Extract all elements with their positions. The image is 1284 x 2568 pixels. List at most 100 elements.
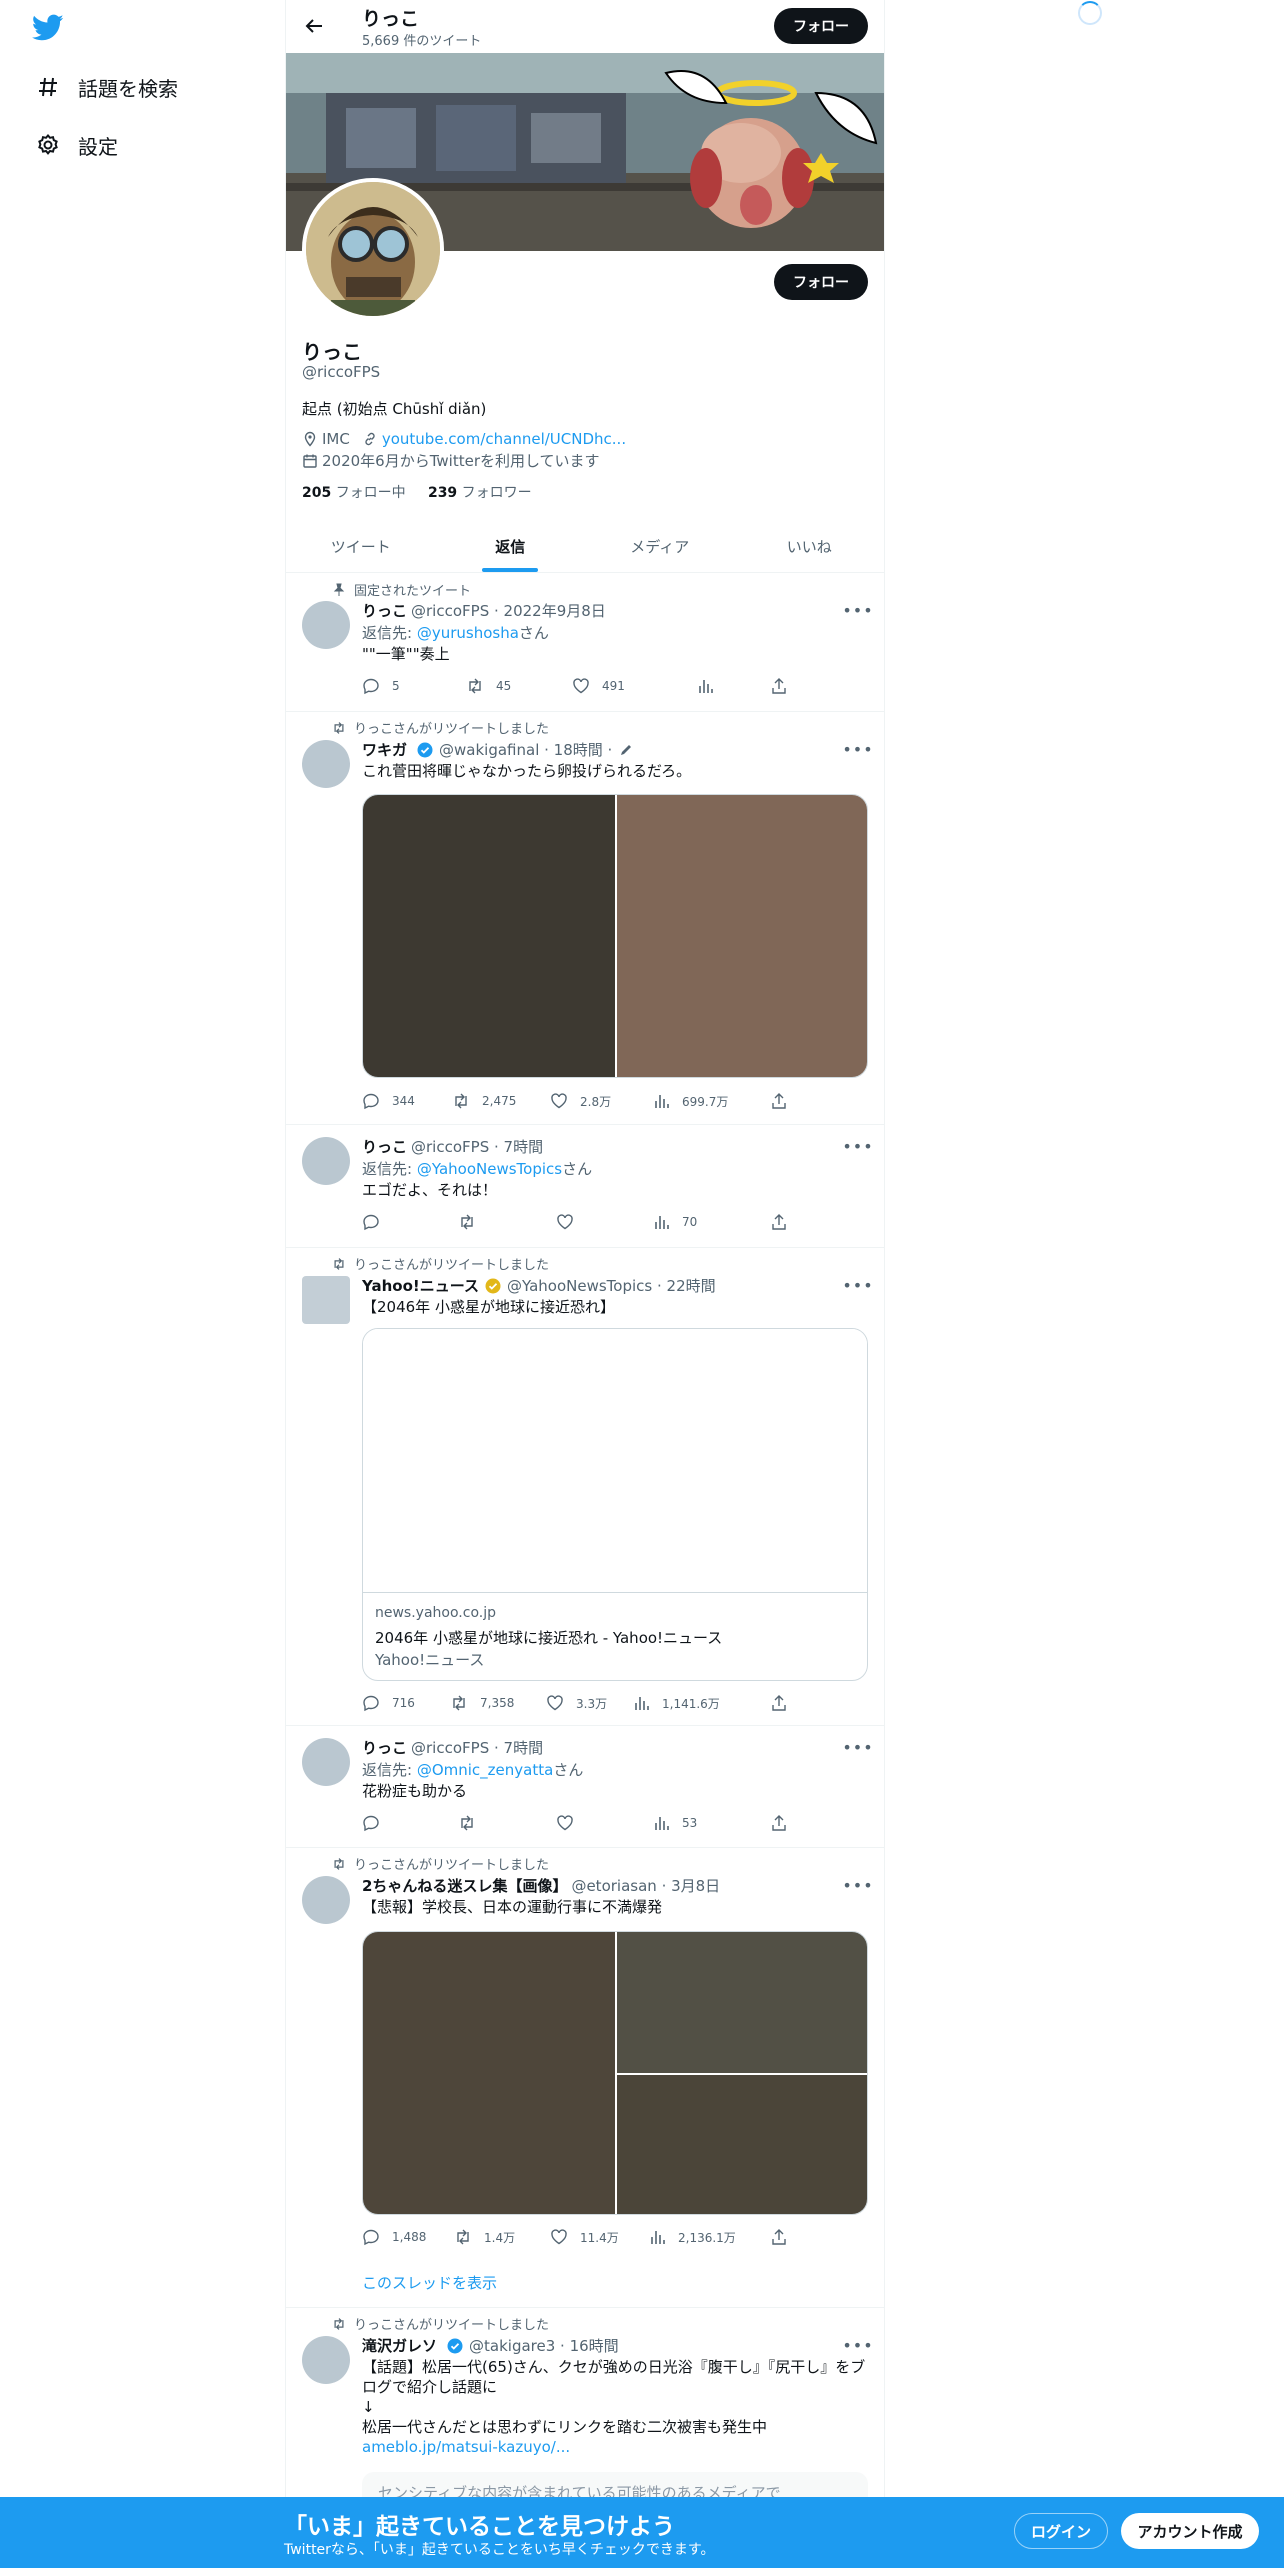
follow-button[interactable]: フォロー (774, 264, 868, 300)
header-follow-button[interactable]: フォロー (774, 8, 868, 44)
tweet-author-name[interactable]: Yahoo!ニュース (362, 1275, 479, 1296)
reply-button[interactable]: 5 (362, 677, 400, 695)
tweet-item[interactable]: 固定されたツイート りっこ @riccoFPS · 2022年9月8日 ••• … (286, 573, 884, 712)
reply-to-handle[interactable]: @Omnic_zenyatta (417, 1761, 553, 1779)
profile-avatar[interactable] (302, 178, 444, 320)
retweet-button[interactable]: 2,475 (452, 1092, 516, 1110)
reply-button[interactable]: 1,488 (362, 2228, 426, 2246)
share-button[interactable] (770, 677, 800, 695)
followers-link[interactable]: 239 フォロワー (428, 485, 532, 501)
tweet-image[interactable] (617, 795, 867, 1077)
views-button[interactable]: 2,136.1万 (648, 2228, 736, 2246)
tweet-avatar[interactable] (302, 1876, 350, 1924)
more-options-icon[interactable]: ••• (842, 1737, 872, 1757)
more-options-icon[interactable]: ••• (842, 1875, 872, 1895)
tweet-time[interactable]: · 22時間 (657, 1275, 716, 1296)
tweet-link[interactable]: ameblo.jp/matsui-kazuyo/... (362, 2438, 570, 2456)
signup-button[interactable]: アカウント作成 (1121, 2513, 1259, 2549)
tweet-author-handle[interactable]: @riccoFPS (411, 602, 489, 620)
tweet-time[interactable]: · 18時間 · (544, 739, 612, 760)
tweet-author-handle[interactable]: @etoriasan (571, 1877, 656, 1895)
tweet-author-handle[interactable]: @takigare3 (469, 2337, 555, 2355)
tweet-item[interactable]: りっこ @riccoFPS · 7時間 ••• 返信先: @YahooNewsT… (286, 1125, 884, 1248)
tweet-avatar[interactable] (302, 1137, 350, 1185)
tweet-image[interactable] (363, 795, 615, 1077)
tweet-author-handle[interactable]: @wakigafinal (439, 741, 539, 759)
tweet-item[interactable]: りっこさんがリツイートしました ワキガ @wakigafinal · 18時間 … (286, 712, 884, 1125)
retweet-button[interactable] (458, 1814, 488, 1832)
edited-pencil-icon[interactable] (618, 742, 634, 758)
more-options-icon[interactable]: ••• (842, 1136, 872, 1156)
tweet-image[interactable] (617, 1932, 867, 2073)
link-card[interactable]: news.yahoo.co.jp 2046年 小惑星が地球に接近恐れ - Yah… (362, 1328, 868, 1681)
following-link[interactable]: 205 フォロー中 (302, 485, 406, 501)
tweet-author-name[interactable]: りっこ (362, 1737, 407, 1758)
reply-to-handle[interactable]: @YahooNewsTopics (417, 1160, 562, 1178)
tweet-avatar[interactable] (302, 740, 350, 788)
tweet-avatar[interactable] (302, 2336, 350, 2384)
tweet-image[interactable] (617, 2075, 867, 2214)
views-button[interactable]: 53 (652, 1814, 697, 1832)
tweet-time[interactable]: · 7時間 (494, 1737, 543, 1758)
views-button[interactable]: 699.7万 (652, 1092, 728, 1110)
more-options-icon[interactable]: ••• (842, 739, 872, 759)
nav-settings[interactable]: 設定 (32, 125, 118, 165)
share-button[interactable] (770, 2228, 800, 2246)
tweet-item[interactable]: りっこさんがリツイートしました 2ちゃんねる迷スレ集【画像】 @etoriasa… (286, 1848, 884, 2308)
tweet-author-name[interactable]: りっこ (362, 1136, 407, 1157)
views-button[interactable]: 70 (652, 1213, 697, 1231)
retweet-button[interactable]: 1.4万 (454, 2228, 515, 2246)
share-button[interactable] (770, 1814, 800, 1832)
retweet-button[interactable] (458, 1213, 488, 1231)
more-options-icon[interactable]: ••• (842, 2335, 872, 2355)
tweet-author-handle[interactable]: @YahooNewsTopics (507, 1277, 652, 1295)
like-button[interactable] (556, 1814, 586, 1832)
tweet-time[interactable]: · 7時間 (494, 1136, 543, 1157)
tweet-author-handle[interactable]: @riccoFPS (411, 1138, 489, 1156)
tweet-author-name[interactable]: 滝沢ガレソ (362, 2335, 437, 2356)
show-thread-link[interactable]: このスレッドを表示 (362, 2272, 497, 2293)
tweet-media[interactable] (362, 1931, 868, 2215)
back-arrow-icon[interactable] (300, 12, 328, 40)
reply-button[interactable] (362, 1814, 392, 1832)
retweet-button[interactable]: 45 (466, 677, 511, 695)
tweet-author-handle[interactable]: @riccoFPS (411, 1739, 489, 1757)
nav-explore[interactable]: 話題を検索 (32, 67, 178, 107)
tweet-media[interactable] (362, 794, 868, 1078)
views-button[interactable] (696, 677, 726, 695)
share-button[interactable] (770, 1213, 800, 1231)
reply-to-handle[interactable]: @yurushosha (417, 624, 519, 642)
tweet-avatar[interactable] (302, 1276, 350, 1324)
tweet-item[interactable]: りっこさんがリツイートしました 滝沢ガレソ @takigare3 · 16時間 … (286, 2308, 884, 2512)
tab-likes[interactable]: いいね (735, 520, 885, 572)
retweet-button[interactable]: 7,358 (450, 1694, 514, 1712)
more-options-icon[interactable]: ••• (842, 1275, 872, 1295)
tab-replies[interactable]: 返信 (436, 520, 586, 572)
tweet-author-name[interactable]: りっこ (362, 600, 407, 621)
reply-button[interactable] (362, 1213, 392, 1231)
reply-button[interactable]: 344 (362, 1092, 415, 1110)
share-button[interactable] (770, 1092, 800, 1110)
tweet-time[interactable]: · 2022年9月8日 (494, 600, 606, 621)
like-button[interactable]: 3.3万 (546, 1694, 607, 1712)
like-button[interactable]: 11.4万 (550, 2228, 619, 2246)
tab-tweets[interactable]: ツイート (286, 520, 436, 572)
login-button[interactable]: ログイン (1014, 2513, 1108, 2549)
views-button[interactable]: 1,141.6万 (632, 1694, 720, 1712)
like-button[interactable]: 491 (572, 677, 625, 695)
tweet-author-name[interactable]: ワキガ (362, 739, 407, 760)
tweet-item[interactable]: りっこさんがリツイートしました Yahoo!ニュース @YahooNewsTop… (286, 1248, 884, 1726)
tweet-author-name[interactable]: 2ちゃんねる迷スレ集【画像】 (362, 1875, 567, 1896)
share-button[interactable] (770, 1694, 800, 1712)
tab-media[interactable]: メディア (585, 520, 735, 572)
like-button[interactable]: 2.8万 (550, 1092, 611, 1110)
tweet-image[interactable] (363, 1932, 615, 2214)
tweet-time[interactable]: · 16時間 (560, 2335, 619, 2356)
more-options-icon[interactable]: ••• (842, 600, 872, 620)
tweet-time[interactable]: · 3月8日 (662, 1875, 721, 1896)
tweet-avatar[interactable] (302, 1738, 350, 1786)
tweet-item[interactable]: りっこ @riccoFPS · 7時間 ••• 返信先: @Omnic_zeny… (286, 1726, 884, 1848)
twitter-logo-icon[interactable] (31, 14, 64, 42)
like-button[interactable] (556, 1213, 586, 1231)
reply-button[interactable]: 716 (362, 1694, 415, 1712)
